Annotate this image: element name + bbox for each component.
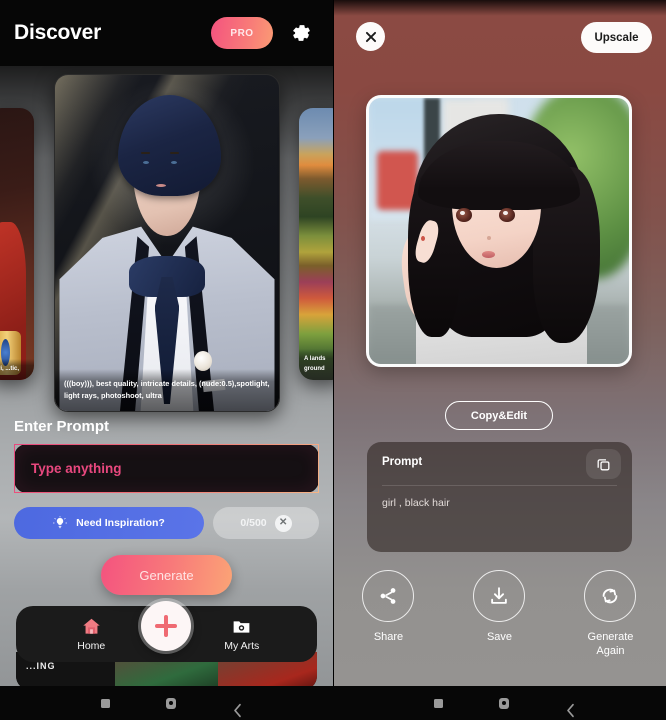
result-header: Upscale — [333, 22, 666, 58]
card-caption: (((boy))), best quality, intricate detai… — [55, 369, 279, 411]
system-nav-left — [0, 686, 333, 720]
generate-again-button[interactable]: Generate Again — [555, 570, 666, 659]
prompt-card-divider — [382, 485, 617, 486]
share-icon — [362, 570, 415, 622]
upscale-label: Upscale — [594, 31, 639, 44]
close-icon[interactable] — [356, 22, 385, 51]
save-button[interactable]: Save — [444, 570, 555, 659]
prompt-section: Enter Prompt Type anything Need Inspirat… — [0, 418, 333, 539]
nav-label-my-arts: My Arts — [224, 640, 260, 652]
landscape-thumbnail — [299, 108, 333, 380]
copy-edit-button[interactable]: Copy&Edit — [445, 401, 553, 430]
generate-again-label: Generate Again — [587, 631, 634, 657]
character-counter-pill: 0/500 ✕ — [213, 507, 319, 539]
save-label: Save — [486, 631, 513, 643]
page-title: Discover — [14, 21, 102, 44]
generate-button[interactable]: Generate — [101, 555, 232, 595]
copy-edit-label: Copy&Edit — [470, 409, 528, 422]
need-inspiration-button[interactable]: Need Inspiration? — [14, 507, 204, 539]
prompt-section-label: Enter Prompt — [14, 418, 110, 435]
home-icon — [81, 616, 102, 637]
refresh-icon — [584, 570, 637, 622]
carousel-card-right[interactable]: A lands ground — [299, 108, 333, 380]
card-caption: A lands ground — [299, 349, 333, 380]
prompt-card-text: girl , black hair — [382, 497, 450, 509]
system-nav-right — [333, 686, 666, 720]
circle-home-icon[interactable] — [499, 697, 509, 709]
result-actions: Share Save Generate Again — [333, 570, 666, 659]
discover-panel: Discover PRO ...ri, ...tic, — [0, 0, 333, 720]
boy-artwork-image — [55, 75, 279, 411]
prompt-input[interactable]: Type anything — [14, 444, 319, 493]
panel-divider — [333, 0, 334, 690]
share-button[interactable]: Share — [333, 570, 444, 659]
square-recents-icon[interactable] — [101, 698, 110, 708]
carousel-card-main[interactable]: (((boy))), best quality, intricate detai… — [54, 74, 280, 412]
prompt-card-title: Prompt — [382, 456, 423, 468]
generate-label: Generate — [139, 567, 194, 583]
pro-badge-label: PRO — [230, 27, 254, 39]
carousel-card-left[interactable]: ...ri, ...tic, — [0, 108, 34, 380]
need-inspiration-label: Need Inspiration? — [76, 517, 165, 529]
discover-header: Discover PRO — [0, 0, 333, 66]
copy-icon[interactable] — [586, 449, 621, 479]
result-image[interactable] — [366, 95, 632, 367]
nav-label-home: Home — [77, 640, 106, 652]
square-recents-icon[interactable] — [434, 698, 443, 708]
share-label: Share — [373, 631, 404, 643]
plus-icon[interactable] — [141, 601, 191, 651]
gear-icon[interactable] — [289, 21, 313, 45]
download-icon — [473, 570, 526, 622]
prompt-card: Prompt girl , black hair — [367, 442, 632, 552]
strip-text: ...ING — [26, 661, 56, 671]
pro-badge[interactable]: PRO — [211, 17, 273, 49]
prompt-controls-row: Need Inspiration? 0/500 ✕ — [14, 507, 319, 539]
upscale-button[interactable]: Upscale — [581, 22, 652, 53]
prompt-placeholder: Type anything — [31, 461, 122, 476]
warrior-thumbnail — [0, 108, 34, 380]
app-screen: Discover PRO ...ri, ...tic, — [0, 0, 666, 720]
character-counter: 0/500 — [240, 517, 267, 529]
folder-photo-icon — [231, 616, 252, 637]
close-circle-icon[interactable]: ✕ — [274, 514, 292, 532]
card-caption: ...ri, ...tic, — [0, 358, 34, 380]
circle-home-icon[interactable] — [166, 697, 176, 709]
result-image-content — [369, 98, 629, 364]
discover-carousel[interactable]: ...ri, ...tic, (((boy))), b — [0, 66, 333, 416]
lightbulb-icon — [53, 516, 68, 530]
result-panel: Upscale Copy&Edit Prompt girl , black ha… — [333, 0, 666, 720]
